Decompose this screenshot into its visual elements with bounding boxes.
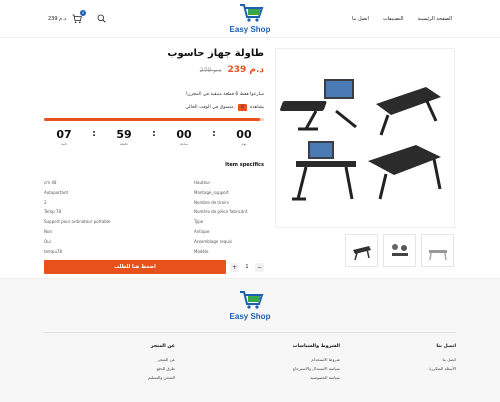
laptop-table-image-1 [280, 79, 357, 131]
quantity-stepper: + 1 − [230, 260, 264, 274]
specs-title: Item specifics [225, 162, 264, 168]
spec-row: Support pour ordinateur portable Type [44, 219, 204, 225]
footer-column-title: اتصل بنا [436, 344, 456, 349]
countdown-seconds: 07 ثانية [56, 128, 72, 146]
footer-link[interactable]: سياسة الاستبدال والاسترجاع [220, 366, 340, 371]
stock-warning: سارعوا فقط 6 قطعة متبقية في المخزن! [185, 92, 264, 97]
site-logo[interactable]: Easy Shop [226, 2, 274, 36]
product-main-image[interactable] [275, 48, 455, 228]
footer-logo[interactable]: Easy Shop [226, 289, 274, 323]
viewers-suffix: متسوق في الوقت الحالي. [185, 105, 236, 110]
search-icon[interactable] [97, 14, 106, 23]
nav-home[interactable]: الصفحة الرئيسية [418, 16, 453, 22]
laptop-table-image-2 [376, 87, 441, 136]
thumbnail-strip [345, 234, 454, 267]
footer-column-title: عن المتجر [150, 344, 175, 349]
qty-plus-button[interactable]: + [230, 262, 239, 272]
footer-link[interactable]: الشحن والتسليم [95, 375, 175, 380]
thumbnail-3[interactable] [421, 234, 454, 267]
price-row: 279 د.م 239 د.م [200, 65, 264, 75]
product-title: طاولة جهاز حاسوب [167, 48, 264, 59]
footer-link[interactable]: عن المتجر [95, 357, 175, 362]
nav-contact[interactable]: اتصل بنا [352, 16, 369, 22]
spec-row: Temp 78 Numéro de pièce fabricant [44, 209, 248, 215]
stock-progress-fill [44, 118, 260, 121]
viewers-count-badge: 8 [238, 104, 247, 111]
countdown-separator: : [152, 129, 156, 139]
footer-column-policies: الشروط والسياسات شروط الاستخدام سياسة ال… [220, 344, 340, 384]
footer-link[interactable]: طرق الدفع [95, 366, 175, 371]
specs-table: cm 48 Hauteur Autoportant Montage_support … [44, 180, 254, 258]
buy-row: اضغط هنا للطلب + 1 − [44, 260, 264, 274]
footer-logo-text: Easy Shop [230, 312, 271, 321]
thumbnail-2[interactable] [383, 234, 416, 267]
footer-link[interactable]: الأسئلة المتكررة [376, 366, 456, 371]
spec-row: tempu78 Modèle [44, 248, 209, 254]
cart-area[interactable]: 239 د.م 0 [48, 10, 87, 24]
countdown-hours: 00 ساعة [176, 128, 192, 146]
cart-icon[interactable]: 0 [72, 10, 87, 24]
footer-divider [44, 332, 456, 333]
viewers-row: يشاهده 8 متسوق في الوقت الحالي. [185, 104, 264, 111]
thumbnail-1[interactable] [345, 234, 378, 267]
old-price: 279 د.م [199, 67, 222, 74]
spec-row: 2 Nombre de tiroirs [44, 199, 229, 205]
countdown-days: 00 يوم [236, 128, 252, 146]
order-button[interactable]: اضغط هنا للطلب [44, 260, 226, 274]
footer-column-title: الشروط والسياسات [292, 344, 340, 349]
site-footer: Easy Shop اتصل بنا اتصل بنا الأسئلة المت… [0, 278, 500, 402]
current-price: 239 د.م [227, 65, 264, 75]
footer-column-contact: اتصل بنا اتصل بنا الأسئلة المتكررة [376, 344, 456, 375]
countdown-minutes: 59 دقيقة [116, 128, 132, 146]
laptop-table-image-4 [368, 145, 442, 200]
countdown-separator: : [92, 129, 96, 139]
logo-text: Easy Shop [230, 25, 271, 34]
footer-link[interactable]: اتصل بنا [376, 357, 456, 362]
spec-row: Autoportant Montage_support [44, 189, 229, 195]
cart-total: 239 د.م [48, 16, 67, 22]
product-section: طاولة جهاز حاسوب 279 د.م 239 د.م سارعوا … [0, 38, 500, 278]
qty-value[interactable]: 1 [245, 264, 248, 270]
site-header: 239 د.م 0 Easy Shop الصفحة الرئيسية التص… [0, 0, 500, 38]
qty-minus-button[interactable]: − [255, 262, 264, 272]
laptop-table-image-3 [292, 141, 356, 201]
nav-categories[interactable]: التصنيفات [383, 16, 404, 22]
countdown-separator: : [212, 129, 216, 139]
cart-count-badge: 0 [80, 10, 87, 16]
spec-row: Non Antique [44, 228, 210, 234]
viewers-label: يشاهده [249, 105, 264, 110]
footer-link[interactable]: سياسة الخصوصية [220, 375, 340, 380]
main-nav: الصفحة الرئيسية التصنيفات اتصل بنا [352, 16, 452, 22]
footer-link[interactable]: شروط الاستخدام [220, 357, 340, 362]
spec-row: Oui Assemblage requis [44, 238, 232, 244]
footer-column-about: عن المتجر عن المتجر طرق الدفع الشحن والت… [95, 344, 175, 384]
stock-progress-bar [44, 118, 264, 121]
countdown-timer: 07 ثانية : 59 دقيقة : 00 ساعة : 00 يوم [44, 128, 264, 150]
spec-row: cm 48 Hauteur [44, 180, 211, 185]
